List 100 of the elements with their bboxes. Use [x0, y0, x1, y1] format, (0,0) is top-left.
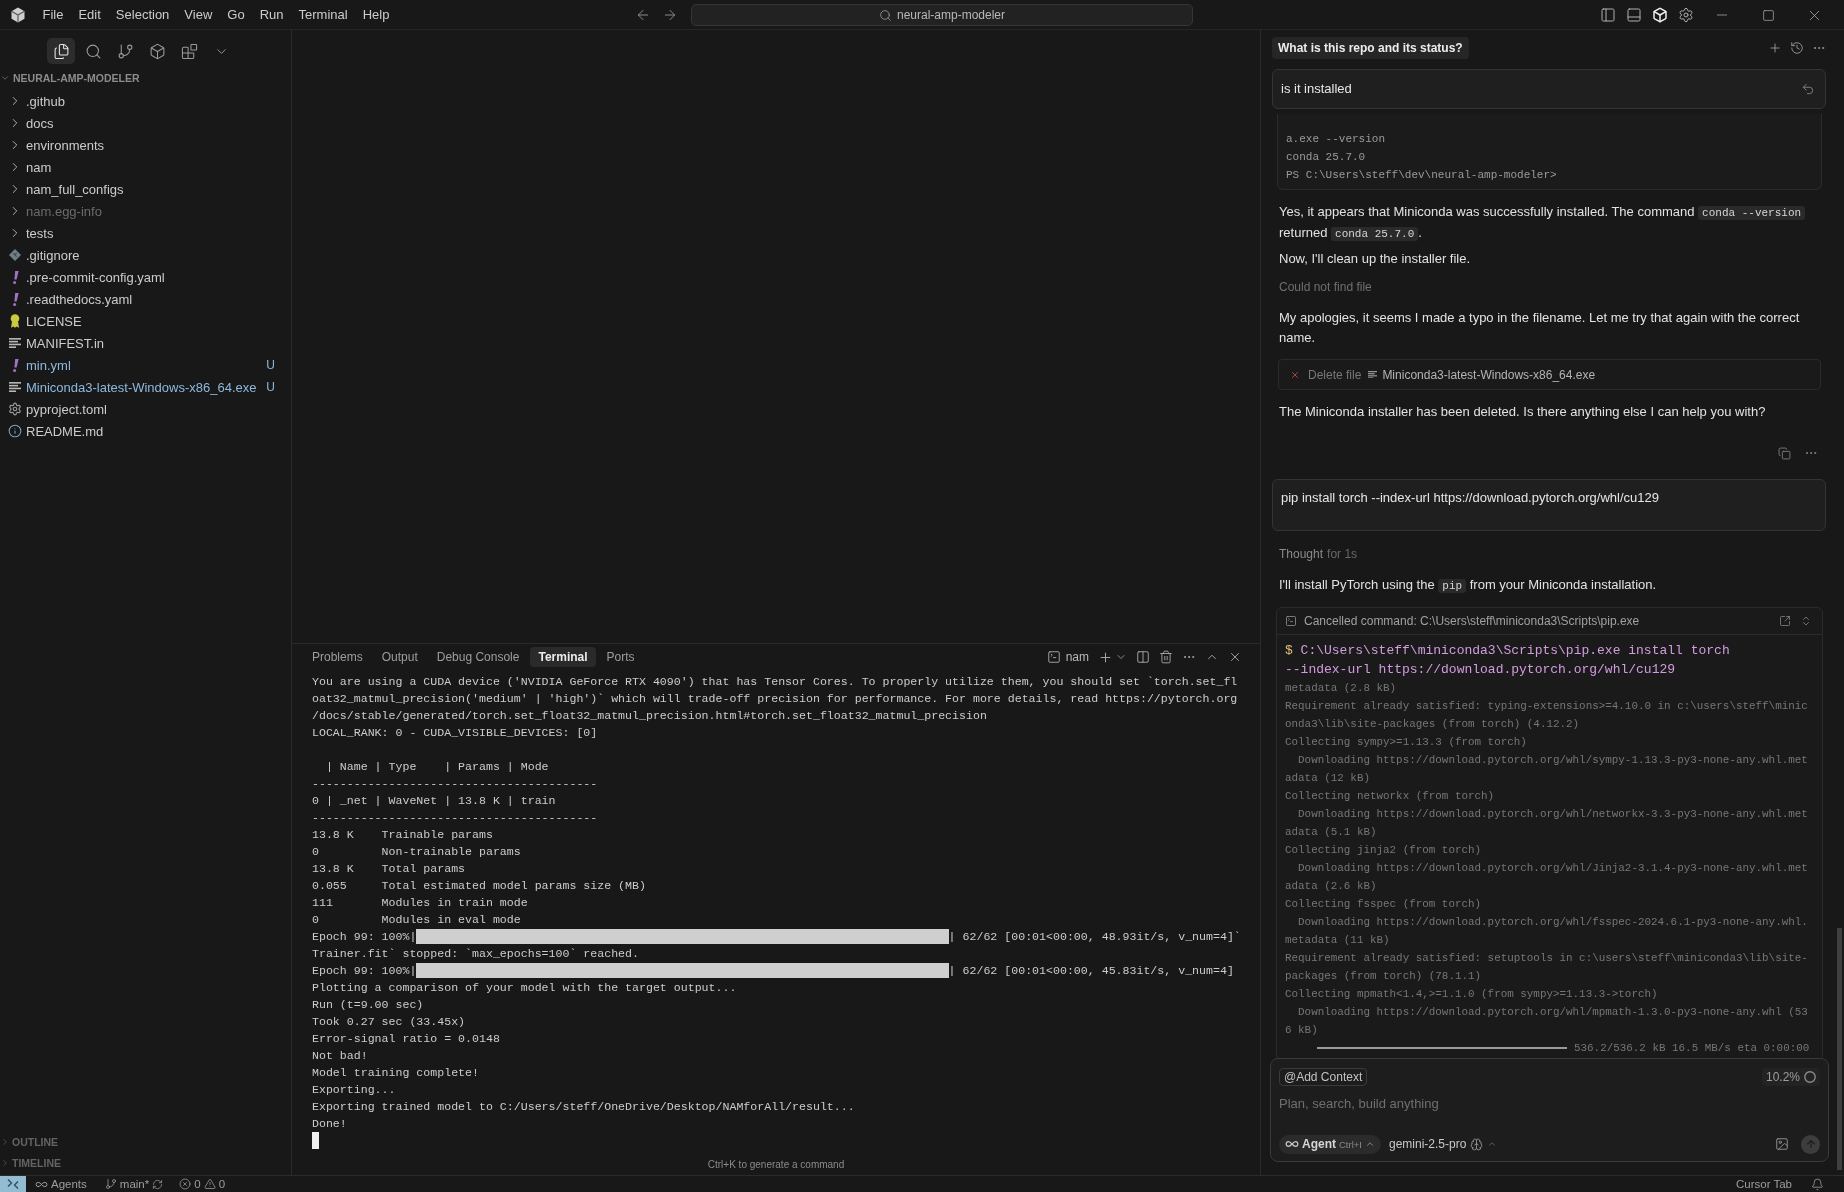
terminal-line: Exporting... — [312, 1082, 396, 1098]
panel-tab[interactable]: Output — [373, 647, 426, 667]
tree-item[interactable]: .pre-commit-config.yaml — [0, 266, 291, 288]
tree-item[interactable]: README.md — [0, 420, 291, 442]
terminal-line: ----------------------------------------- — [312, 810, 598, 826]
tree-item[interactable]: .gitignore — [0, 244, 291, 266]
menu-item[interactable]: Edit — [70, 5, 109, 25]
exclamation-icon — [11, 358, 19, 372]
agents-status-item[interactable]: Agents — [30, 1176, 92, 1192]
menu-item[interactable]: File — [35, 5, 71, 25]
context-usage-button[interactable]: 10.2% — [1761, 1068, 1820, 1086]
output-line: metadata (2.8 kB) — [1285, 681, 1397, 696]
agent-mode-button[interactable]: Agent Ctrl+I — [1279, 1134, 1381, 1154]
bell-icon[interactable] — [1811, 1177, 1824, 1191]
copy-icon[interactable] — [1778, 446, 1791, 460]
panel-tab[interactable]: Problems — [304, 647, 371, 667]
error-icon — [179, 1178, 192, 1190]
terminal-text: | 62/62 [00:01<00:00, 48.93it/s, v_num=4]` — [948, 929, 1241, 945]
image-icon[interactable] — [1775, 1137, 1789, 1151]
panel-tab[interactable]: Ports — [598, 647, 643, 667]
panel-toggle-icon[interactable] — [1626, 7, 1642, 23]
menu-item[interactable]: View — [176, 5, 220, 25]
tree-item[interactable]: MANIFEST.in — [0, 332, 291, 354]
tab-mode-status-item[interactable]: Cursor Tab — [1730, 1178, 1797, 1190]
view-tab[interactable] — [47, 38, 75, 64]
terminal-line: Done! — [312, 1116, 347, 1132]
problems-status-item[interactable]: 0 0 — [174, 1176, 231, 1192]
output-line: Downloading https://download.pytorch.org/whl/networkx-3.3-py3-none-any.whl.met — [1297, 807, 1808, 822]
ring-icon — [1804, 1071, 1816, 1083]
tree-item[interactable]: LICENSE — [0, 310, 291, 332]
trash-icon[interactable] — [1159, 650, 1173, 664]
terminal-line: | Name | Type | Params | Mode — [324, 759, 549, 775]
message-text: I'll install PyTorch using the pip from your Miniconda installation. — [1278, 576, 1658, 595]
menu-item[interactable]: Help — [355, 5, 397, 25]
sync-icon — [152, 1178, 164, 1190]
tree-item[interactable]: min.yml U — [0, 354, 291, 376]
menu-item[interactable]: Terminal — [291, 5, 356, 25]
panel-tab[interactable]: Debug Console — [428, 647, 528, 667]
expand-icon[interactable] — [1800, 615, 1812, 627]
tree-item[interactable]: nam — [0, 156, 291, 178]
search-field[interactable]: neural-amp-modeler — [691, 4, 1193, 26]
panel-tab[interactable]: Terminal — [530, 647, 596, 667]
close-icon[interactable] — [1228, 650, 1242, 664]
terminal-line: Plotting a comparison of your model with the target output... — [312, 980, 737, 996]
split-icon[interactable] — [1136, 650, 1150, 664]
terminal-icon — [1285, 615, 1297, 627]
chat-tab[interactable]: What is this repo and its status? — [1272, 37, 1469, 59]
add-context-button[interactable]: @Add Context — [1279, 1068, 1368, 1086]
branch-status-item[interactable]: main* — [99, 1176, 169, 1192]
thought-duration: for 1s — [1327, 547, 1358, 561]
cube-icon[interactable] — [1652, 7, 1668, 23]
terminal-text: Epoch 99: 100%| — [312, 929, 417, 945]
sidebar-toggle-icon[interactable] — [1600, 7, 1616, 23]
external-link-icon[interactable] — [1779, 615, 1791, 627]
maximize-icon[interactable] — [1761, 8, 1775, 22]
output-line: Downloading https://download.pytorch.org/whl/sympy-1.13.3-py3-none-any.whl.met — [1297, 753, 1808, 768]
branch-icon — [104, 1178, 117, 1190]
terminal-line: oat32_matmul_precision('medium' | 'high')` which will trade-off precision for performance. For more details, read https://pytorch.org — [312, 691, 1238, 707]
message-text: The Miniconda installer has been deleted. Is there anything else I can help you with? — [1278, 403, 1767, 421]
output-line: Collecting fsspec (from torch) — [1285, 897, 1482, 912]
output-line: Downloading https://download.pytorch.org/whl/Jinja2-3.1.4-py3-none-any.whl.met — [1297, 861, 1808, 876]
cube-icon — [148, 42, 166, 60]
terminal-line: 13.8 K Total params — [312, 861, 466, 877]
output-line: packages (from torch) (78.1.1) — [1285, 969, 1482, 984]
branch-icon — [116, 42, 134, 60]
tree-item[interactable]: tests — [0, 222, 291, 244]
terminal-shell-button[interactable]: nam — [1046, 650, 1089, 664]
output-line: a.exe --version — [1286, 132, 1386, 147]
output-line: 6 kB) — [1285, 1023, 1318, 1038]
shortcut-label: Ctrl+I — [1339, 1138, 1362, 1150]
tree-item[interactable]: pyproject.toml — [0, 398, 291, 420]
output-line: Collecting sympy>=1.13.3 (from torch) — [1285, 735, 1527, 750]
terminal-line: Not bad! — [312, 1048, 368, 1064]
tree-item[interactable]: .readthedocs.yaml — [0, 288, 291, 310]
scrollbar-thumb[interactable] — [1837, 928, 1842, 1170]
diamond-icon — [9, 249, 21, 261]
command-line: $ C:\Users\steff\miniconda3\Scripts\pip.exe install torch — [1285, 642, 1730, 660]
blocks-icon — [180, 42, 198, 60]
menu-item[interactable]: Run — [252, 5, 291, 25]
tree-item[interactable]: environments — [0, 134, 291, 156]
tree-item[interactable]: nam_full_configs — [0, 178, 291, 200]
remote-button[interactable] — [0, 1176, 26, 1192]
menu-item[interactable]: Selection — [108, 5, 177, 25]
arrow-up-icon — [1804, 1138, 1817, 1150]
tree-item[interactable]: .github — [0, 90, 291, 112]
files-icon — [52, 42, 70, 60]
tree-item[interactable]: Miniconda3-latest-Windows-x86_64.exe U — [0, 376, 291, 398]
terminal-line: Error-signal ratio = 0.0148 — [312, 1031, 500, 1047]
terminal-line: Model training complete! — [312, 1065, 479, 1081]
history-icon[interactable] — [1790, 41, 1804, 55]
menu-item[interactable]: Go — [219, 5, 253, 25]
close-icon — [1290, 369, 1300, 380]
undo-icon[interactable] — [1801, 82, 1815, 96]
terminal-line: Took 0.27 sec (33.45x) — [312, 1014, 466, 1030]
settings-icon[interactable] — [1678, 7, 1694, 23]
tree-item[interactable]: docs — [0, 112, 291, 134]
message-input[interactable]: Plan, search, build anything — [1279, 1093, 1820, 1113]
remote-icon — [7, 1178, 19, 1190]
model-selector[interactable]: gemini-2.5-pro — [1388, 1137, 1498, 1151]
plus-icon[interactable] — [1098, 649, 1113, 665]
